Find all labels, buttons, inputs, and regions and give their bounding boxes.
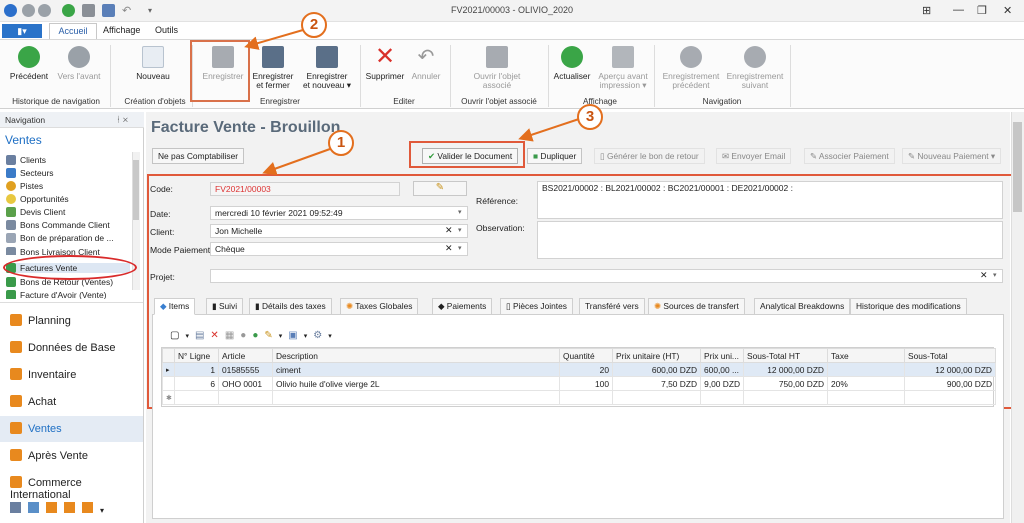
main-scroll-thumb[interactable] xyxy=(1013,122,1022,212)
callout-arrows xyxy=(244,29,580,176)
callout-3-arrow xyxy=(518,118,580,142)
callout-2-arrow xyxy=(244,29,304,50)
callout-1-arrow xyxy=(262,148,331,176)
